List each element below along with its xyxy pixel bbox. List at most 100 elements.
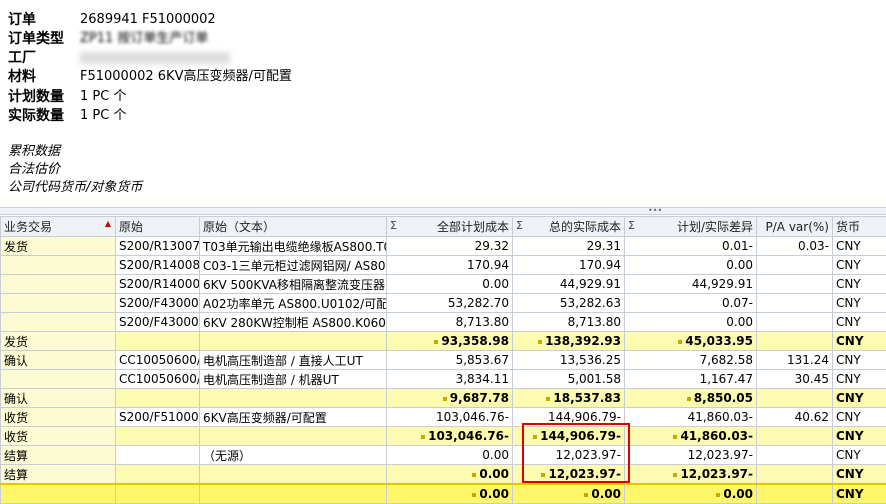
col-header-origin[interactable]: 原始	[115, 216, 200, 237]
cell-actual-cost[interactable]: 18,537.83	[512, 388, 625, 408]
grand-total-row[interactable]: 0.00 0.00 0.00 CNY	[0, 483, 886, 504]
cell-currency[interactable]: CNY	[832, 331, 886, 351]
cell-origin-text[interactable]: 6KV高压变频器/可配置	[199, 407, 387, 427]
cell-actual-cost[interactable]: 53,282.63	[512, 293, 625, 313]
cell-planned-cost[interactable]: 103,046.76-	[386, 426, 513, 446]
cell-origin-text[interactable]: 6KV 280KW控制柜 AS800.K060	[199, 312, 387, 332]
cell-pa-var[interactable]	[756, 331, 833, 351]
table-row[interactable]: S200/R140003 6KV 500KVA移相隔离整流变压器 0.00 44,92…	[0, 274, 886, 294]
cell-currency[interactable]: CNY	[832, 483, 886, 504]
cell-origin-text[interactable]	[199, 483, 387, 504]
subtotal-row[interactable]: 收货 103,046.76- 144,906.79- 41,860.03- CNY	[0, 426, 886, 446]
cell-currency[interactable]: CNY	[832, 445, 886, 465]
cell-pa-var[interactable]: 0.03-	[756, 236, 833, 256]
cell-planned-cost[interactable]: 29.32	[386, 236, 513, 256]
cell-business-transaction[interactable]	[0, 274, 116, 294]
cell-origin-text[interactable]	[199, 426, 387, 446]
pane-splitter[interactable]: •••	[0, 207, 886, 215]
cell-actual-cost[interactable]: 44,929.91	[512, 274, 625, 294]
cell-variance[interactable]: 41,860.03-	[624, 426, 757, 446]
cell-business-transaction[interactable]: 收货	[0, 407, 116, 427]
splitter-grip-icon[interactable]: •••	[648, 207, 662, 215]
table-row[interactable]: 收货 S200/F510000 6KV高压变频器/可配置 103,046.76- 144…	[0, 407, 886, 427]
cell-pa-var[interactable]: 40.62	[756, 407, 833, 427]
cell-origin[interactable]: S200/F430000	[115, 312, 200, 332]
cell-pa-var[interactable]: 30.45	[756, 369, 833, 389]
cell-currency[interactable]: CNY	[832, 407, 886, 427]
cell-currency[interactable]: CNY	[832, 388, 886, 408]
cell-pa-var[interactable]	[756, 445, 833, 465]
cell-business-transaction[interactable]: 收货	[0, 426, 116, 446]
cell-planned-cost[interactable]: 170.94	[386, 255, 513, 275]
cell-planned-cost[interactable]: 0.00	[386, 445, 513, 465]
subtotal-row[interactable]: 发货 93,358.98 138,392.93 45,033.95 CNY	[0, 331, 886, 351]
cell-currency[interactable]: CNY	[832, 255, 886, 275]
cell-origin[interactable]	[115, 426, 200, 446]
cell-origin[interactable]: CC10050600/...	[115, 350, 200, 370]
col-header-business-transaction[interactable]: 业务交易 ▲	[0, 216, 116, 237]
cell-variance[interactable]: 0.07-	[624, 293, 757, 313]
cell-business-transaction[interactable]	[0, 312, 116, 332]
cell-business-transaction[interactable]	[0, 369, 116, 389]
cell-origin[interactable]	[115, 483, 200, 504]
cell-origin[interactable]: S200/F510000	[115, 407, 200, 427]
cell-origin[interactable]	[115, 388, 200, 408]
cell-business-transaction[interactable]: 发货	[0, 331, 116, 351]
subtotal-row[interactable]: 确认 9,687.78 18,537.83 8,850.05 CNY	[0, 388, 886, 408]
cell-currency[interactable]: CNY	[832, 236, 886, 256]
cell-currency[interactable]: CNY	[832, 464, 886, 485]
cell-origin-text[interactable]: C03-1三单元柜过滤网铝网/ AS800	[199, 255, 387, 275]
cell-variance[interactable]: 44,929.91	[624, 274, 757, 294]
table-row[interactable]: 结算 （无源） 0.00 12,023.97- 12,023.97- CNY	[0, 445, 886, 465]
cell-business-transaction[interactable]: 结算	[0, 464, 116, 485]
cell-business-transaction[interactable]	[0, 255, 116, 275]
col-header-currency[interactable]: 货币	[832, 216, 886, 237]
cell-planned-cost[interactable]: 3,834.11	[386, 369, 513, 389]
cell-pa-var[interactable]: 131.24	[756, 350, 833, 370]
cell-variance[interactable]: 8,850.05	[624, 388, 757, 408]
cell-origin-text[interactable]	[199, 331, 387, 351]
cell-planned-cost[interactable]: 5,853.67	[386, 350, 513, 370]
subtotal-row[interactable]: 结算 0.00 12,023.97- 12,023.97- CNY	[0, 464, 886, 485]
cell-business-transaction[interactable]	[0, 483, 116, 504]
cell-origin[interactable]: S200/R140003	[115, 274, 200, 294]
cell-variance[interactable]: 0.00	[624, 255, 757, 275]
col-header-plan-actual-variance[interactable]: Σ 计划/实际差异	[624, 216, 757, 237]
table-row[interactable]: CC10050600/...电机高压制造部 / 机器UT3,834.115,00…	[0, 369, 886, 389]
cell-actual-cost[interactable]: 8,713.80	[512, 312, 625, 332]
cell-actual-cost[interactable]: 13,536.25	[512, 350, 625, 370]
cell-planned-cost[interactable]: 53,282.70	[386, 293, 513, 313]
table-row[interactable]: 发货 S200/R130074 T03单元输出电缆绝缘板AS800.T0 29.32 2…	[0, 236, 886, 256]
cell-origin[interactable]	[115, 445, 200, 465]
cell-actual-cost[interactable]: 170.94	[512, 255, 625, 275]
cell-planned-cost[interactable]: 9,687.78	[386, 388, 513, 408]
cell-variance[interactable]: 1,167.47	[624, 369, 757, 389]
cell-origin[interactable]: CC10050600/...	[115, 369, 200, 389]
col-header-pa-var-percent[interactable]: P/A var(%)	[756, 216, 833, 237]
col-header-total-actual-cost[interactable]: Σ 总的实际成本	[512, 216, 625, 237]
cell-currency[interactable]: CNY	[832, 426, 886, 446]
cell-origin[interactable]: S200/R130074	[115, 236, 200, 256]
cell-variance[interactable]: 0.01-	[624, 236, 757, 256]
cell-origin[interactable]: S200/R140083	[115, 255, 200, 275]
cell-currency[interactable]: CNY	[832, 293, 886, 313]
cell-actual-cost[interactable]: 5,001.58	[512, 369, 625, 389]
cell-pa-var[interactable]	[756, 464, 833, 485]
cell-origin-text[interactable]: 6KV 500KVA移相隔离整流变压器	[199, 274, 387, 294]
cell-variance[interactable]: 41,860.03-	[624, 407, 757, 427]
cell-actual-cost[interactable]: 29.31	[512, 236, 625, 256]
cell-business-transaction[interactable]: 发货	[0, 236, 116, 256]
cell-planned-cost[interactable]: 8,713.80	[386, 312, 513, 332]
table-row[interactable]: S200/R140083 C03-1三单元柜过滤网铝网/ AS800 170.94 1…	[0, 255, 886, 275]
cell-variance[interactable]: 12,023.97-	[624, 464, 757, 485]
cell-variance[interactable]: 7,682.58	[624, 350, 757, 370]
cell-variance[interactable]: 12,023.97-	[624, 445, 757, 465]
cell-origin-text[interactable]: 电机高压制造部 / 直接人工UT	[199, 350, 387, 370]
cell-origin-text[interactable]	[199, 464, 387, 485]
cell-origin-text[interactable]: 电机高压制造部 / 机器UT	[199, 369, 387, 389]
table-row[interactable]: 确认CC10050600/...电机高压制造部 / 直接人工UT5,853.67…	[0, 350, 886, 370]
table-row[interactable]: S200/F430000 A02功率单元 AS800.U0102/可配置 53,28…	[0, 293, 886, 313]
cell-pa-var[interactable]	[756, 274, 833, 294]
cell-pa-var[interactable]	[756, 483, 833, 504]
cell-origin[interactable]: S200/F430000	[115, 293, 200, 313]
